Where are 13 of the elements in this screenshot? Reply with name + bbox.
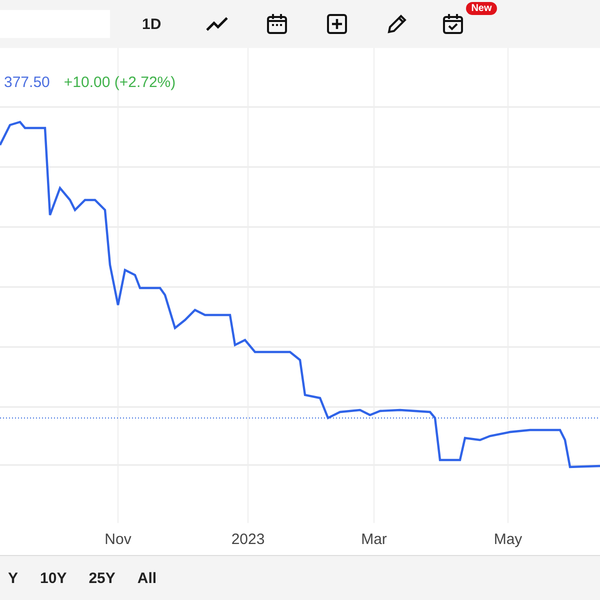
range-button[interactable]: Y xyxy=(0,566,26,590)
axis-label: Mar xyxy=(361,531,387,548)
range-button[interactable]: 10Y xyxy=(32,566,75,590)
new-badge: New xyxy=(466,2,497,15)
axis-label: May xyxy=(494,531,522,548)
price-change: +10.00 (+2.72%) xyxy=(64,74,176,91)
price-value: 377.50 xyxy=(4,74,50,91)
interval-button[interactable]: 1D xyxy=(138,12,166,36)
axis-label: 2023 xyxy=(231,531,265,548)
calendar-check-icon[interactable] xyxy=(441,12,466,36)
range-button[interactable]: All xyxy=(129,566,165,590)
axis-label: Nov xyxy=(104,531,132,548)
range-button[interactable]: 25Y xyxy=(80,566,124,590)
